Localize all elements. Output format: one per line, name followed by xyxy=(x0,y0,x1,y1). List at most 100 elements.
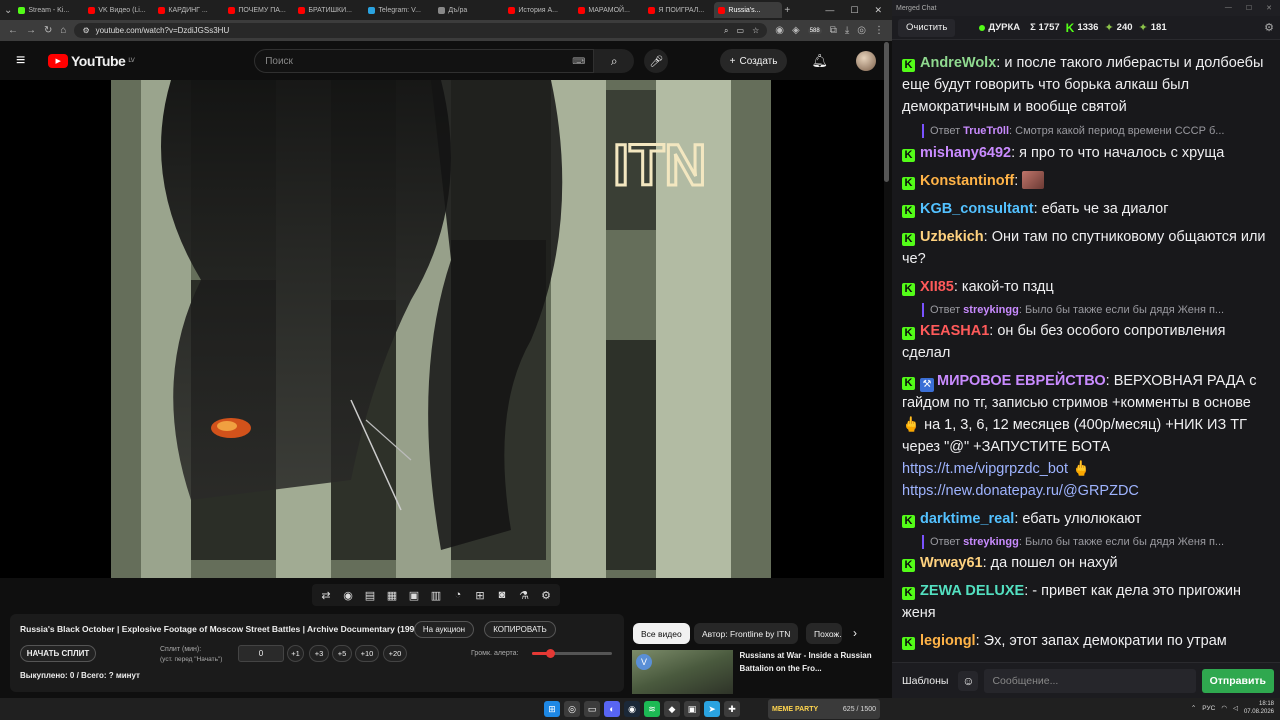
youtube-logo[interactable]: ▶ YouTube LV xyxy=(48,53,135,69)
chat-username[interactable]: darktime_real xyxy=(920,511,1014,527)
browser-tab[interactable]: Stream - Ki... xyxy=(14,2,82,18)
browser-tab[interactable]: Дъ/pa xyxy=(434,2,502,18)
clock[interactable]: 18:18 07.08.2026 xyxy=(1244,700,1274,716)
chat-username[interactable]: Konstantinoff xyxy=(920,173,1014,189)
telegram-icon[interactable]: ➤ xyxy=(704,701,720,717)
browser-tab[interactable]: ПОЧЕМУ ПА... xyxy=(224,2,292,18)
copy-button[interactable]: КОПИРОВАТЬ xyxy=(484,621,556,638)
chat-username[interactable]: legiongl xyxy=(920,633,976,649)
flask-icon[interactable]: ⚗ xyxy=(516,589,532,602)
keyboard-icon[interactable]: ⌨ xyxy=(572,56,585,67)
chat-username[interactable]: XII85 xyxy=(920,279,954,295)
wifi-icon[interactable]: ◠ xyxy=(1221,704,1227,712)
chat-link[interactable]: https://t.me/vipgrpzdc_bot xyxy=(902,461,1068,477)
chevron-right-icon[interactable]: › xyxy=(853,626,857,640)
meme-party-widget[interactable]: MEME PARTY 625 / 1500 xyxy=(768,699,880,719)
camera-icon[interactable]: ◙ xyxy=(494,589,510,601)
gear-icon[interactable]: ⚙ xyxy=(1264,21,1274,34)
chip-similar[interactable]: Похож... xyxy=(806,623,842,644)
chat-username[interactable]: KEASHA1 xyxy=(920,323,989,339)
extension-icon[interactable]: ◉ xyxy=(775,25,784,36)
recommended-video[interactable]: V Russians at War - Inside a Russian Bat… xyxy=(632,650,884,694)
search-input[interactable]: Поиск ⌨ xyxy=(254,49,595,73)
windows-start-icon[interactable]: ⊞ xyxy=(544,701,560,717)
chat-username[interactable]: mishany6492 xyxy=(920,145,1011,161)
browser-tab[interactable]: VK Видео (Li... xyxy=(84,2,152,18)
step-plus-5-button[interactable]: +5 xyxy=(332,645,352,662)
language-indicator[interactable]: РУС xyxy=(1202,705,1215,712)
volume-icon[interactable]: ◁ xyxy=(1233,704,1238,712)
chip-all-videos[interactable]: Все видео xyxy=(633,623,690,644)
minimize-icon[interactable]: — xyxy=(1225,4,1232,12)
chrome-icon[interactable]: ◎ xyxy=(564,701,580,717)
chat-username[interactable]: МИРОВОЕ ЕВРЕЙСТВО xyxy=(937,373,1106,389)
speed-icon[interactable]: ◔ xyxy=(450,589,466,601)
video-player[interactable]: ITN xyxy=(0,80,884,578)
cast-icon[interactable]: ▭ xyxy=(737,26,745,36)
message-input[interactable]: Сообщение... xyxy=(984,668,1196,693)
browser-tab[interactable]: МАРАМОЙ... xyxy=(574,2,642,18)
close-icon[interactable]: ✕ xyxy=(874,5,882,16)
tray-chevron-icon[interactable]: ⌃ xyxy=(1191,704,1196,712)
search-icon[interactable]: ⌕ xyxy=(724,26,728,36)
chat-link[interactable]: https://new.donatepay.ru/@GRPZDC xyxy=(902,483,1139,499)
download-icon[interactable]: ⤓ xyxy=(845,25,849,36)
chip-author[interactable]: Автор: Frontline by ITN xyxy=(694,623,799,644)
start-split-button[interactable]: НАЧАТЬ СПЛИТ xyxy=(20,645,96,662)
loop-icon[interactable]: ⇄ xyxy=(318,589,334,602)
auction-button[interactable]: На аукцион xyxy=(414,621,474,638)
video-frame[interactable]: ITN xyxy=(111,80,771,578)
new-tab-icon[interactable]: + xyxy=(784,5,790,16)
voice-search-button[interactable]: 🎤︎ xyxy=(644,49,669,73)
tab-list-icon[interactable]: ⌄ xyxy=(4,5,12,16)
templates-button[interactable]: Шаблоны xyxy=(898,675,952,687)
bookmark-icon[interactable]: ☆ xyxy=(752,26,759,36)
back-icon[interactable]: ← xyxy=(8,25,18,36)
home-icon[interactable]: ⌂ xyxy=(60,25,66,36)
split-minutes-input[interactable]: 0 xyxy=(238,645,284,662)
steam-icon[interactable]: ◉ xyxy=(624,701,640,717)
subtitles-icon[interactable]: ▤ xyxy=(362,589,378,602)
reload-icon[interactable]: ↻ xyxy=(44,25,52,36)
app-icon[interactable]: ▣ xyxy=(684,701,700,717)
notifications-bell-icon[interactable]: 🔔︎ xyxy=(811,53,828,69)
video-thumbnail[interactable]: V xyxy=(632,650,734,694)
chat-username[interactable]: ZEWA DELUXE xyxy=(920,583,1024,599)
alert-volume-slider[interactable] xyxy=(532,649,612,658)
emoji-smile-icon[interactable]: ☺ xyxy=(958,670,979,691)
close-icon[interactable]: ✕ xyxy=(1266,4,1272,12)
maximize-icon[interactable]: ☐ xyxy=(850,5,858,16)
step-plus-20-button[interactable]: +20 xyxy=(383,645,407,662)
chat-username[interactable]: Wrway61 xyxy=(920,555,983,571)
extensions-puzzle-icon[interactable]: ⧉ xyxy=(830,25,837,36)
grid-icon[interactable]: ▥ xyxy=(428,589,444,602)
folder-icon[interactable]: ▭ xyxy=(584,701,600,717)
browser-tab[interactable]: Telegram: V... xyxy=(364,2,432,18)
discord-icon[interactable]: ◐ xyxy=(604,701,620,717)
browser-tab[interactable]: История А... xyxy=(504,2,572,18)
minimize-icon[interactable]: — xyxy=(825,5,834,16)
site-info-icon[interactable]: ⚙ xyxy=(82,26,89,35)
page-scrollbar[interactable] xyxy=(884,42,889,182)
app-icon[interactable]: ◆ xyxy=(664,701,680,717)
browser-tab-active[interactable]: Russia's... xyxy=(714,2,783,18)
chat-username[interactable]: KGB_consultant xyxy=(920,201,1034,217)
add-box-icon[interactable]: ⊞ xyxy=(472,589,488,602)
browser-tab[interactable]: Я ПОИГРАЛ... xyxy=(644,2,712,18)
app-icon[interactable]: ✚ xyxy=(724,701,740,717)
url-field[interactable]: ⚙ youtube.com/watch?v=DzdiJGSs3HU ⌕ ▭ ☆ xyxy=(74,23,768,38)
gear-icon[interactable]: ⚙ xyxy=(538,589,554,602)
clapper-icon[interactable]: ▦ xyxy=(384,589,400,602)
spotify-icon[interactable]: ≋ xyxy=(644,701,660,717)
send-button[interactable]: Отправить xyxy=(1201,668,1274,693)
menu-burger-icon[interactable]: ≡ xyxy=(16,52,36,70)
step-plus-1-button[interactable]: +1 xyxy=(287,645,304,662)
browser-tab[interactable]: БРАТИШКИ... xyxy=(294,2,362,18)
menu-icon[interactable]: ⋮ xyxy=(874,25,884,36)
step-plus-10-button[interactable]: +10 xyxy=(355,645,379,662)
search-button[interactable]: ⌕ xyxy=(594,49,635,73)
extension-icon[interactable]: ◈ xyxy=(792,25,800,36)
forward-icon[interactable]: → xyxy=(26,25,36,36)
extension-badge[interactable]: 588 xyxy=(807,27,822,34)
step-plus-3-button[interactable]: +3 xyxy=(309,645,329,662)
